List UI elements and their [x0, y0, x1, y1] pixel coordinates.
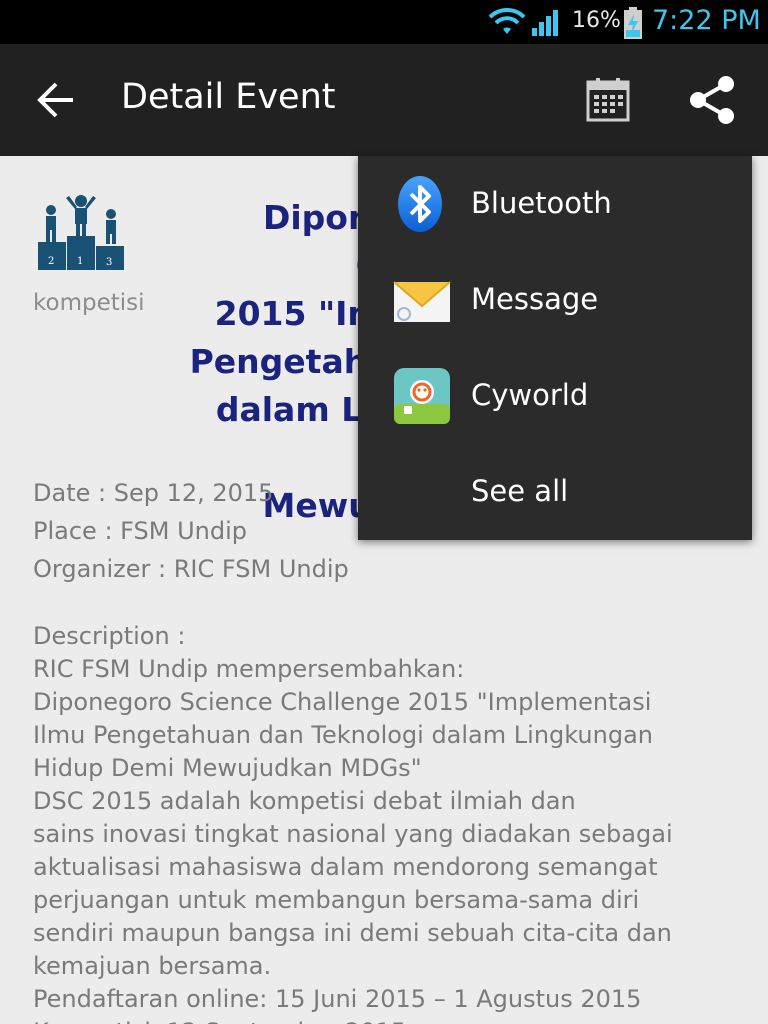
calendar-icon[interactable]: [584, 76, 632, 124]
signal-icon: [532, 10, 558, 36]
event-description: Description : RIC FSM Undip mempersembah…: [33, 622, 673, 1024]
bluetooth-icon: [398, 176, 442, 232]
svg-text:1: 1: [77, 256, 83, 267]
message-icon: [393, 281, 451, 322]
share-icon[interactable]: [686, 74, 738, 126]
status-clock: 7:22 PM: [652, 5, 761, 36]
share-option-message[interactable]: Message: [358, 252, 752, 348]
svg-text:3: 3: [106, 257, 112, 268]
event-place: Place : FSM Undip: [33, 517, 248, 545]
cyworld-icon: [394, 368, 450, 424]
share-option-label: Cyworld: [471, 378, 589, 412]
share-option-label: Message: [471, 282, 599, 316]
battery-percent: 16%: [572, 8, 621, 33]
event-category: kompetisi: [33, 290, 145, 316]
share-option-cyworld[interactable]: Cyworld: [358, 348, 752, 444]
action-bar: Detail Event: [0, 44, 768, 156]
podium-icon: 2 1 3: [38, 195, 124, 270]
share-option-label: See all: [471, 474, 569, 508]
event-meta: Date : Sep 12, 2015 Place : FSM Undip Or…: [33, 474, 349, 588]
status-bar: 16% 7:22 PM: [0, 0, 768, 44]
back-arrow-icon[interactable]: [36, 80, 76, 120]
share-option-see-all[interactable]: See all: [358, 444, 752, 540]
page-title: Detail Event: [121, 77, 336, 117]
battery-charging-icon: [624, 7, 642, 39]
svg-text:2: 2: [48, 256, 54, 267]
share-option-label: Bluetooth: [471, 186, 612, 220]
wifi-icon: [488, 7, 526, 34]
event-date: Date : Sep 12, 2015: [33, 479, 274, 507]
share-popup-menu: Bluetooth Message Cyworld See all: [358, 156, 752, 540]
share-option-bluetooth[interactable]: Bluetooth: [358, 156, 752, 252]
event-organizer: Organizer : RIC FSM Undip: [33, 555, 349, 583]
